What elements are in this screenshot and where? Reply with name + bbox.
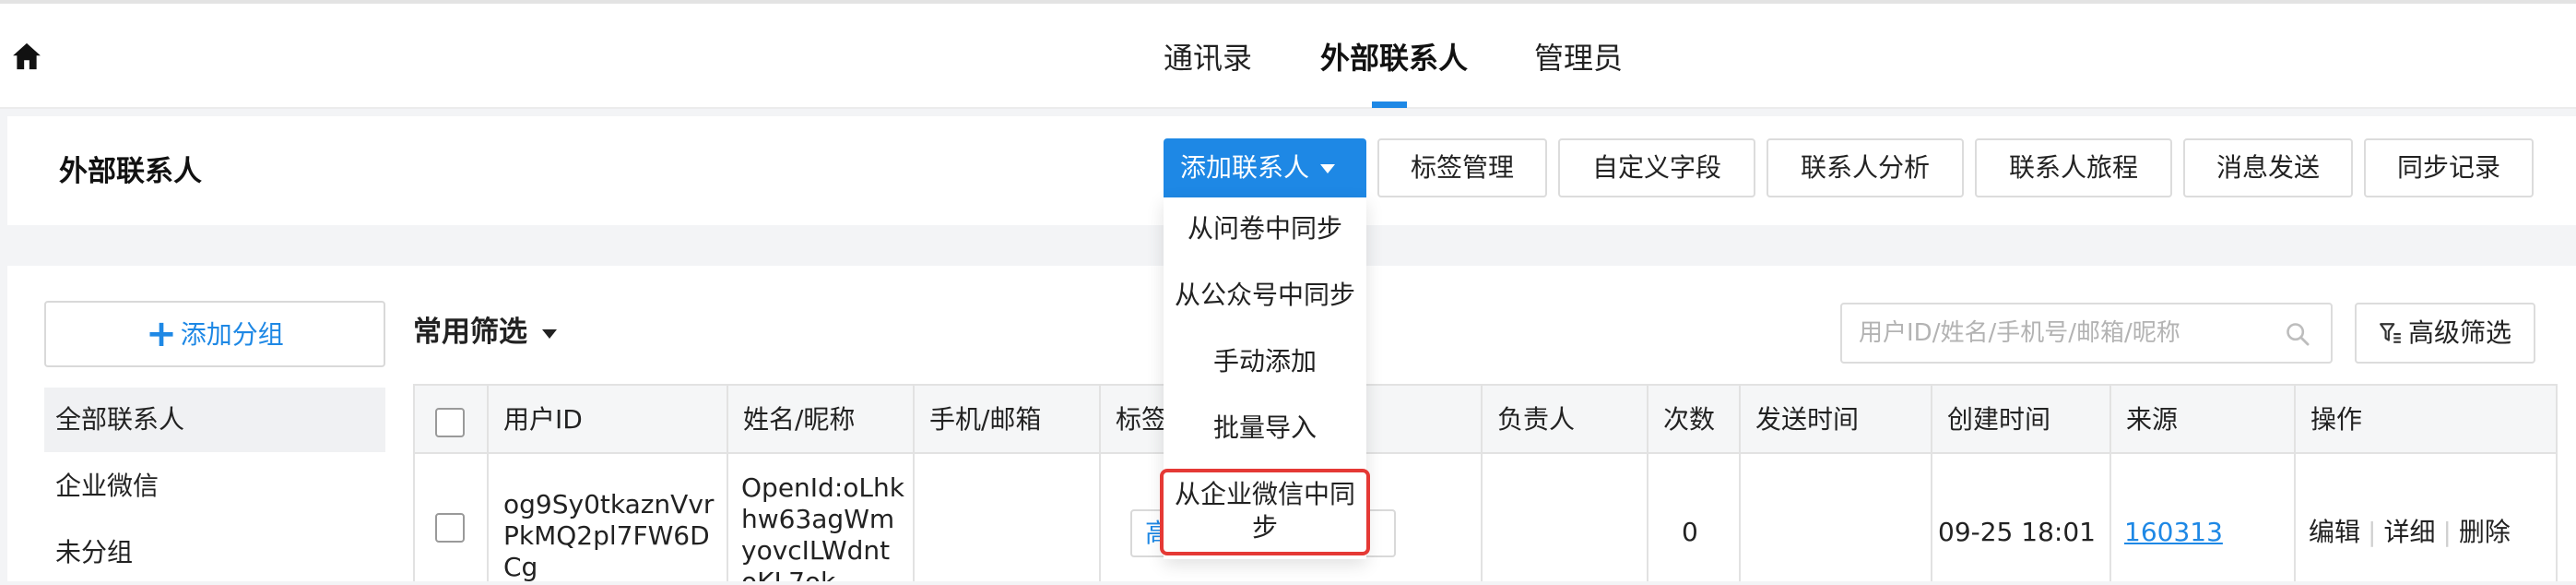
column-header-actions: 操作: [2310, 404, 2363, 435]
menu-item-sync-from-survey[interactable]: 从问卷中同步: [1164, 212, 1366, 245]
common-filter-dropdown[interactable]: 常用筛选: [413, 310, 557, 354]
row-checkbox[interactable]: [435, 513, 465, 543]
group-item-ungrouped[interactable]: 未分组: [44, 520, 385, 585]
search-icon[interactable]: [2285, 321, 2310, 347]
cell-user-id: og9Sy0tkaznVvrPkMQ2pl7FW6DCg: [503, 489, 715, 581]
common-filter-label: 常用筛选: [413, 316, 527, 349]
column-header-name[interactable]: 姓名/昵称: [728, 386, 855, 454]
tab-admin[interactable]: 管理员: [1534, 35, 1623, 81]
caret-down-icon: [1320, 164, 1336, 173]
plus-icon: +: [146, 313, 177, 355]
contacts-table: 用户ID 姓名/昵称 手机/邮箱 标签 负责人 次数 发送时间 创建时间 来源 …: [413, 384, 2558, 581]
group-item-all-contacts[interactable]: 全部联系人: [44, 388, 385, 452]
highlight-box: [1160, 469, 1370, 555]
detail-action[interactable]: 详细: [2383, 517, 2435, 547]
cell-created-time: 09-25 18:01: [1938, 517, 2096, 547]
column-header-contact[interactable]: 手机/邮箱: [915, 386, 1041, 454]
tag-management-button[interactable]: 标签管理: [1377, 138, 1547, 197]
menu-item-sync-from-official-account[interactable]: 从公众号中同步: [1164, 279, 1366, 312]
menu-item-manual-add[interactable]: 手动添加: [1164, 345, 1366, 378]
table-row: og9Sy0tkaznVvrPkMQ2pl7FW6DCg OpenId:oLhk…: [415, 456, 2556, 581]
add-group-label: 添加分组: [180, 319, 284, 350]
column-header-tag[interactable]: 标签: [1101, 386, 1167, 454]
menu-item-batch-import[interactable]: 批量导入: [1164, 412, 1366, 445]
column-header-source[interactable]: 来源: [2111, 386, 2178, 454]
column-header-user-id[interactable]: 用户ID: [489, 386, 583, 454]
row-actions: 编辑 | 详细 | 删除: [2309, 517, 2511, 548]
column-header-created-time[interactable]: 创建时间: [1932, 386, 2050, 454]
top-nav-bar: [0, 0, 2576, 109]
edit-action[interactable]: 编辑: [2309, 517, 2360, 547]
add-contact-label: 添加联系人: [1180, 152, 1310, 183]
action-separator: |: [2368, 517, 2377, 547]
send-message-button[interactable]: 消息发送: [2183, 138, 2353, 197]
filter-icon: [2380, 323, 2401, 343]
advanced-filter-label: 高级筛选: [2407, 317, 2511, 348]
group-item-wecom[interactable]: 企业微信: [44, 454, 385, 519]
tab-address-book[interactable]: 通讯录: [1164, 35, 1252, 81]
add-contact-button[interactable]: 添加联系人: [1164, 138, 1366, 197]
delete-action[interactable]: 删除: [2459, 517, 2511, 547]
page-title: 外部联系人: [59, 155, 202, 188]
column-header-send-time[interactable]: 发送时间: [1741, 386, 1859, 454]
action-separator: |: [2442, 517, 2452, 547]
cell-count: 0: [1682, 517, 1698, 547]
caret-down-icon: [542, 328, 557, 339]
custom-fields-button[interactable]: 自定义字段: [1558, 138, 1755, 197]
column-header-owner[interactable]: 负责人: [1483, 386, 1575, 454]
sync-records-button[interactable]: 同步记录: [2364, 138, 2534, 197]
source-link[interactable]: 160313: [2124, 517, 2223, 548]
search-input[interactable]: [1859, 312, 2264, 354]
select-all-checkbox[interactable]: [435, 408, 465, 437]
search-box: [1840, 303, 2333, 364]
tab-external-contacts[interactable]: 外部联系人: [1320, 35, 1468, 81]
cell-name: OpenId:oLhkhw63agWmyovcILWdntoKL7ok: [741, 472, 904, 581]
column-header-count[interactable]: 次数: [1648, 386, 1715, 454]
contact-journey-button[interactable]: 联系人旅程: [1975, 138, 2172, 197]
add-group-button[interactable]: + 添加分组: [44, 301, 385, 367]
advanced-filter-button[interactable]: 高级筛选: [2355, 303, 2535, 364]
active-tab-indicator: [1372, 101, 1407, 108]
contact-analysis-button[interactable]: 联系人分析: [1767, 138, 1964, 197]
home-icon[interactable]: [11, 41, 42, 72]
